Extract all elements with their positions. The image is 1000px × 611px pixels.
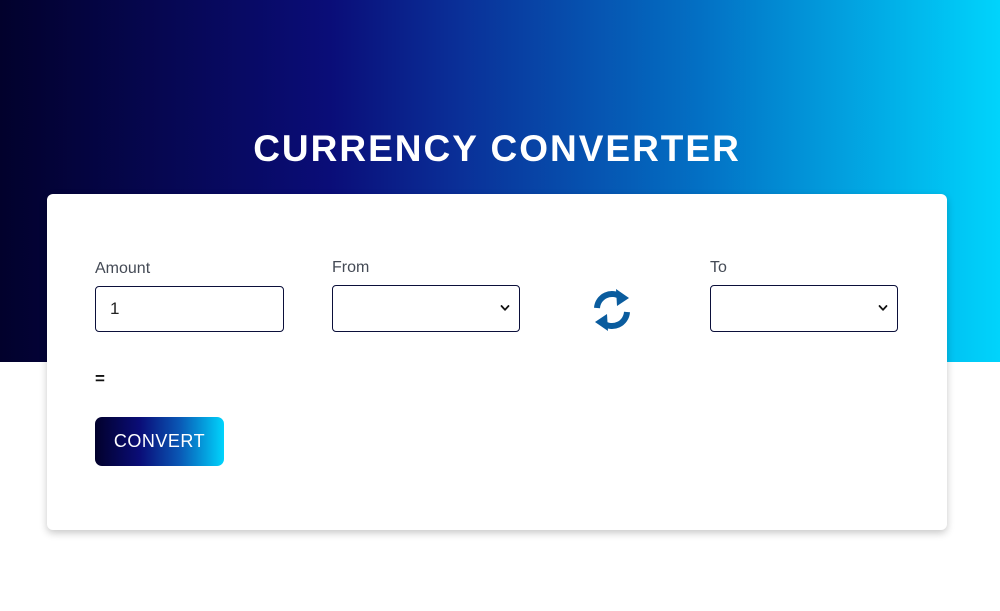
chevron-down-icon — [878, 305, 888, 311]
amount-label: Amount — [95, 260, 151, 277]
to-currency-select[interactable] — [710, 285, 898, 332]
chevron-down-icon — [500, 305, 510, 311]
to-label: To — [710, 259, 727, 276]
from-label: From — [332, 259, 370, 276]
convert-button[interactable]: CONVERT — [95, 417, 224, 466]
swap-arrows-icon[interactable] — [592, 288, 632, 332]
amount-input[interactable] — [95, 286, 284, 332]
page-title: CURRENCY CONVERTER — [253, 128, 741, 169]
converter-card: Amount From To = CONVERT — [47, 194, 947, 530]
from-currency-select[interactable] — [332, 285, 520, 332]
conversion-result: = — [95, 369, 105, 388]
